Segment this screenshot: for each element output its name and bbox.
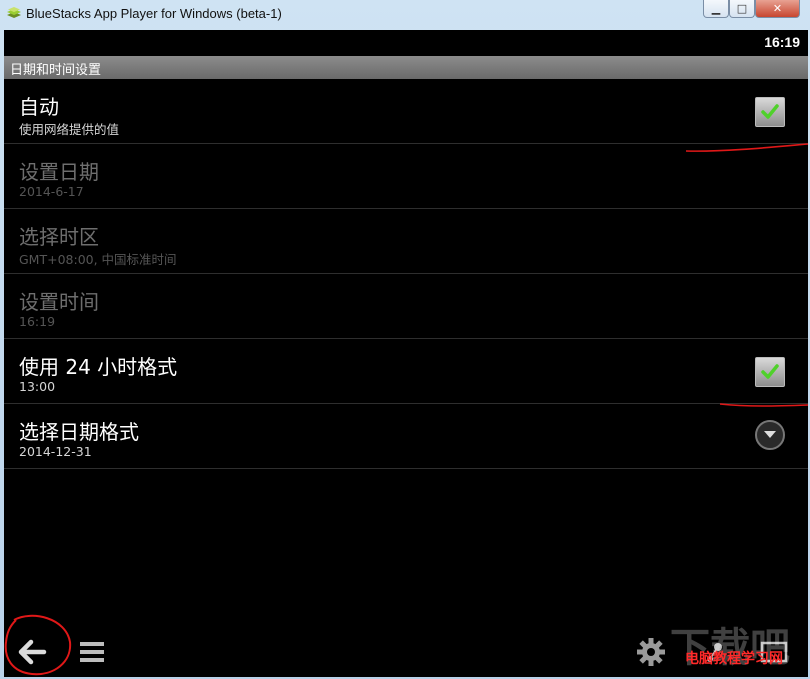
red-circle-annotation xyxy=(4,614,72,676)
red-underline-annotation xyxy=(719,403,809,407)
setting-item-auto[interactable]: 自动 使用网络提供的值 xyxy=(4,79,808,144)
setting-title: 使用 24 小时格式 xyxy=(19,355,178,379)
setting-summary: 2014-12-31 xyxy=(19,444,92,459)
bluestacks-window: BlueStacks App Player for Windows (beta-… xyxy=(0,0,810,679)
setting-item-set-time[interactable]: 设置时间 16:19 xyxy=(4,274,808,339)
setting-title: 选择日期格式 xyxy=(19,420,139,444)
check-icon xyxy=(761,104,779,119)
maximize-button[interactable]: □ xyxy=(729,0,755,18)
menu-icon[interactable] xyxy=(79,639,105,665)
close-button[interactable]: ✕ xyxy=(755,0,800,18)
setting-item-time-zone[interactable]: 选择时区 GMT+08:00, 中国标准时间 xyxy=(4,209,808,274)
24-hour-checkbox[interactable] xyxy=(755,357,785,387)
settings-header-title: 日期和时间设置 xyxy=(10,63,102,78)
android-screen: 16:19 日期和时间设置 自动 使用网络提供的值 设置日期 2014-6-17… xyxy=(4,30,808,677)
gear-icon[interactable] xyxy=(636,637,666,667)
setting-title: 设置日期 xyxy=(19,160,99,184)
title-bar[interactable]: BlueStacks App Player for Windows (beta-… xyxy=(0,0,810,30)
auto-checkbox[interactable] xyxy=(755,97,785,127)
date-format-dropdown[interactable] xyxy=(755,420,785,450)
check-icon xyxy=(761,364,779,379)
status-clock: 16:19 xyxy=(764,34,800,50)
setting-summary: 2014-6-17 xyxy=(19,184,84,199)
red-underline-annotation xyxy=(685,143,809,152)
setting-title: 设置时间 xyxy=(19,290,99,314)
window-title: BlueStacks App Player for Windows (beta-… xyxy=(26,6,282,21)
setting-title: 自动 xyxy=(19,95,59,119)
setting-summary: 13:00 xyxy=(19,379,56,394)
bluestacks-app-icon xyxy=(7,7,21,18)
minimize-button[interactable]: ▁ xyxy=(703,0,729,18)
status-bar: 16:19 xyxy=(4,30,808,56)
setting-summary: 使用网络提供的值 xyxy=(19,122,120,137)
setting-summary: 16:19 xyxy=(19,314,56,329)
setting-title: 选择时区 xyxy=(19,225,99,249)
chevron-down-icon xyxy=(764,431,776,438)
setting-item-24-hour[interactable]: 使用 24 小时格式 13:00 xyxy=(4,339,808,404)
site-watermark-text: 电脑教程学习网 xyxy=(685,651,783,667)
setting-summary: GMT+08:00, 中国标准时间 xyxy=(19,252,177,267)
setting-item-date-format[interactable]: 选择日期格式 2014-12-31 xyxy=(4,404,808,469)
settings-header: 日期和时间设置 xyxy=(4,56,808,79)
